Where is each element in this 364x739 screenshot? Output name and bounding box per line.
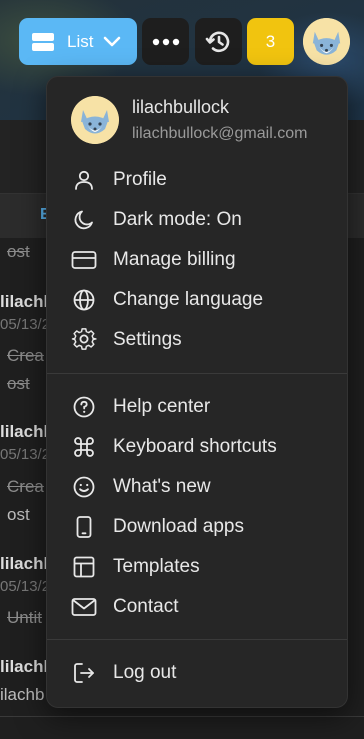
- menu-item-label: Templates: [113, 556, 200, 577]
- command-icon: [71, 434, 97, 460]
- fox-avatar-icon: [303, 18, 350, 65]
- background-row-author: lilachl: [0, 554, 49, 573]
- menu-item-label: Dark mode: On: [113, 209, 242, 230]
- background-row-text: Untit: [7, 608, 42, 627]
- view-switcher-button[interactable]: List: [19, 18, 137, 65]
- background-row-text: ilachb: [0, 685, 45, 704]
- more-horizontal-icon: [152, 38, 180, 46]
- background-row-date: 05/13/2: [0, 578, 51, 595]
- phone-icon: [71, 514, 97, 540]
- menu-item-download-apps[interactable]: Download apps: [71, 511, 325, 543]
- menu-email: lilachbullock@gmail.com: [132, 125, 308, 142]
- menu-item-manage-billing[interactable]: Manage billing: [71, 244, 325, 276]
- menu-item-settings[interactable]: Settings: [71, 324, 325, 356]
- menu-avatar: [71, 96, 119, 144]
- menu-item-contact[interactable]: Contact: [71, 591, 325, 623]
- menu-item-log-out[interactable]: Log out: [71, 657, 325, 689]
- background-row-text: ost: [7, 505, 30, 524]
- mail-icon: [71, 594, 97, 620]
- background-row-author: lilachl: [0, 657, 49, 676]
- menu-item-label: Change language: [113, 289, 264, 310]
- view-switcher-label: List: [67, 31, 94, 51]
- menu-item-label: Settings: [113, 329, 182, 350]
- background-row-text: Crea: [7, 346, 44, 365]
- user-icon: [71, 167, 97, 193]
- menu-item-label: Manage billing: [113, 249, 236, 270]
- menu-item-label: Keyboard shortcuts: [113, 436, 277, 457]
- gear-icon: [71, 327, 97, 353]
- menu-item-templates[interactable]: Templates: [71, 551, 325, 583]
- globe-icon: [71, 287, 97, 313]
- help-circle-icon: [71, 394, 97, 420]
- notifications-badge-button[interactable]: 3: [247, 18, 294, 65]
- menu-item-help-center[interactable]: Help center: [71, 391, 325, 423]
- menu-item-dark-mode[interactable]: Dark mode: On: [71, 204, 325, 236]
- menu-item-label: Download apps: [113, 516, 244, 537]
- more-options-button[interactable]: [142, 18, 189, 65]
- history-icon: [205, 28, 233, 56]
- background-row-text: ost: [7, 242, 30, 261]
- menu-divider: [47, 373, 347, 374]
- account-menu: lilachbullock lilachbullock@gmail.com Pr…: [46, 76, 348, 708]
- menu-item-label: Contact: [113, 596, 179, 617]
- menu-user-header: lilachbullock lilachbullock@gmail.com: [71, 96, 307, 144]
- fox-avatar-icon: [71, 96, 119, 144]
- background-row-author: lilachl: [0, 292, 49, 311]
- menu-item-label: What's new: [113, 476, 211, 497]
- menu-item-label: Help center: [113, 396, 211, 417]
- chevron-down-icon: [103, 36, 121, 48]
- moon-icon: [71, 207, 97, 233]
- menu-item-label: Profile: [113, 169, 167, 190]
- background-row-date: 05/13/2: [0, 316, 51, 333]
- menu-divider: [47, 639, 347, 640]
- background-row-text: Crea: [7, 477, 44, 496]
- menu-item-keyboard-shortcuts[interactable]: Keyboard shortcuts: [71, 431, 325, 463]
- menu-username: lilachbullock: [132, 97, 230, 117]
- background-row-date: 05/13/2: [0, 446, 51, 463]
- smile-icon: [71, 474, 97, 500]
- menu-item-profile[interactable]: Profile: [71, 164, 325, 196]
- list-view-icon: [31, 32, 55, 52]
- menu-item-label: Log out: [113, 662, 177, 683]
- history-button[interactable]: [195, 18, 242, 65]
- notification-count: 3: [265, 31, 276, 51]
- background-row-author: lilachl: [0, 422, 49, 441]
- logout-icon: [71, 660, 97, 686]
- menu-item-change-language[interactable]: Change language: [71, 284, 325, 316]
- menu-item-whats-new[interactable]: What's new: [71, 471, 325, 503]
- credit-card-icon: [71, 247, 97, 273]
- avatar[interactable]: [303, 18, 350, 65]
- background-row-text: ost: [7, 374, 30, 393]
- layout-icon: [71, 554, 97, 580]
- background-list-footer: [0, 716, 364, 739]
